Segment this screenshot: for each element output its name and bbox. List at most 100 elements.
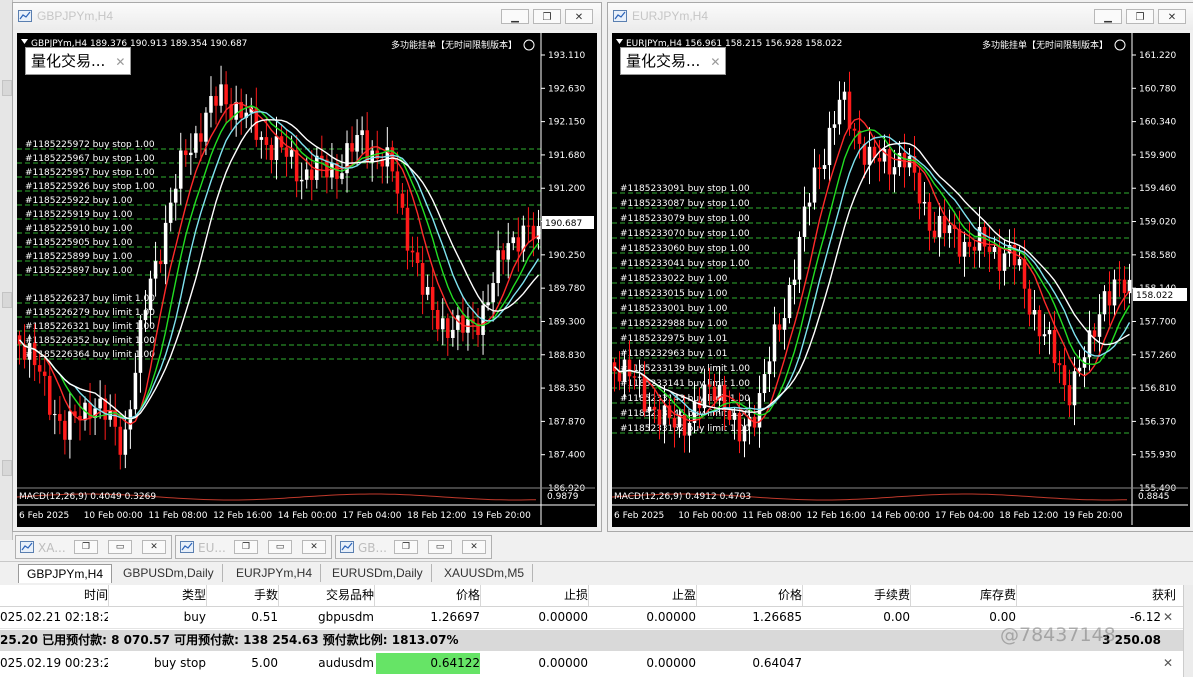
current-price-label: 190.687 [545, 219, 582, 229]
chart-canvas[interactable]: #1185225972 buy stop 1.00 #1185225967 buy… [17, 33, 597, 527]
order-label: #1185233015 buy 1.00 [620, 289, 728, 299]
column-header[interactable]: 止盈 [588, 585, 697, 606]
minimize-button[interactable]: ▁ [1094, 9, 1122, 24]
column-header[interactable]: 交易品种 [278, 585, 375, 606]
tab-xauusd-m5[interactable]: XAUUSDm,M5 [436, 564, 534, 582]
scroll-tick [2, 80, 12, 96]
restore-button[interactable]: ❐ [394, 540, 418, 554]
price-chart-svg[interactable]: #1185225972 buy stop 1.00 #1185225967 buy… [17, 33, 595, 525]
restore-button[interactable]: ❐ [1126, 9, 1154, 24]
order-label: #1185225957 buy stop 1.00 [25, 168, 155, 178]
column-header[interactable]: 类型 [108, 585, 207, 606]
candle-body [627, 359, 632, 377]
restore-button[interactable]: ❐ [74, 540, 98, 554]
macd-label: MACD(12,26,9) 0.4049 0.3269 [19, 492, 156, 502]
chart-window-eurjpy[interactable]: EURJPYm,H4 ▁ ❐ ✕ #1185233091 buy stop 1.… [607, 2, 1193, 532]
tab-eurjpy-h4[interactable]: EURJPYm,H4 [228, 564, 322, 582]
candle-body [400, 193, 405, 208]
column-header[interactable]: 获利 [1016, 585, 1176, 606]
column-header[interactable]: 库存费 [910, 585, 1017, 606]
candle-body [942, 215, 947, 234]
close-button[interactable]: ✕ [1158, 9, 1186, 24]
column-header[interactable]: 手续费 [802, 585, 911, 606]
candle-body [727, 410, 732, 420]
close-button[interactable]: ✕ [142, 540, 166, 554]
candle-body [143, 310, 148, 321]
table-row[interactable]: 025.02.19 00:23:28 buy stop 5.00 audusdm… [0, 653, 1183, 674]
tab-eurusd-daily[interactable]: EURUSDm,Daily [324, 564, 432, 582]
close-icon[interactable]: ✕ [115, 55, 125, 69]
candle-body [63, 420, 67, 440]
candle-body [802, 206, 807, 237]
candle-body [902, 152, 907, 168]
candle-body [732, 412, 737, 420]
candle-body [822, 165, 827, 169]
maximize-button[interactable]: ▭ [268, 540, 292, 554]
cell-open-price: 0.64122 [376, 653, 480, 674]
close-button[interactable]: ✕ [565, 9, 593, 24]
candle-body [153, 261, 158, 279]
column-header[interactable]: 止损 [480, 585, 589, 606]
time-tick-label: 12 Feb 16:00 [807, 511, 866, 521]
column-header[interactable]: 价格 [374, 585, 481, 606]
maximize-button[interactable]: ▭ [108, 540, 132, 554]
price-tick-label: 161.220 [1139, 51, 1176, 61]
quant-panel-label: 量化交易... [626, 52, 701, 70]
candle-body [360, 130, 364, 136]
candle-body [812, 167, 817, 203]
price-tick-label: 188.830 [548, 351, 585, 361]
restore-icon: ❐ [1135, 12, 1145, 23]
time-tick-label: 18 Feb 12:00 [407, 511, 466, 521]
candle-body [501, 250, 505, 260]
close-icon[interactable]: ✕ [710, 55, 720, 69]
window-titlebar[interactable]: GBPJPYm,H4 ▁ ❐ ✕ [13, 3, 601, 30]
minimized-title: XA... [38, 541, 66, 555]
candle-body [817, 167, 822, 169]
candle-body [516, 237, 521, 252]
minimized-window[interactable]: EU... ❐ ▭ ✕ [175, 535, 332, 559]
maximize-button[interactable]: ▭ [428, 540, 452, 554]
cell-lots: 5.00 [251, 656, 278, 670]
terminal-scrollbar[interactable] [1183, 585, 1193, 677]
order-label: #1185225919 buy 1.00 [25, 210, 133, 220]
candle-body [742, 426, 747, 442]
minimize-button[interactable]: ▁ [501, 9, 529, 24]
candle-body [1102, 291, 1107, 315]
price-chart-svg[interactable]: #1185233091 buy stop 1.00 #1185233087 buy… [612, 33, 1188, 525]
close-button[interactable]: ✕ [462, 540, 486, 554]
candle-body [294, 150, 299, 182]
quant-panel-tab[interactable]: 量化交易... ✕ [25, 47, 132, 75]
tab-gbpjpy-h4[interactable]: GBPJPYm,H4 [18, 564, 113, 583]
cell-open-price: 1.26697 [430, 610, 480, 624]
column-header[interactable]: 手数 [206, 585, 279, 606]
candle-body [355, 135, 359, 152]
close-order-icon[interactable]: ✕ [1163, 653, 1173, 674]
candle-body [932, 230, 937, 238]
price-tick-label: 156.810 [1139, 384, 1176, 394]
candle-body [451, 329, 455, 338]
quant-panel-tab[interactable]: 量化交易... ✕ [620, 47, 727, 75]
cell-take-profit: 0.00000 [646, 656, 696, 670]
tab-gbpusd-daily[interactable]: GBPUSDm,Daily [115, 564, 223, 582]
close-order-icon[interactable]: ✕ [1163, 607, 1173, 628]
restore-button[interactable]: ❐ [533, 9, 561, 24]
order-label: #1185232975 buy 1.01 [620, 334, 727, 344]
scroll-tick [2, 292, 12, 308]
minimized-window[interactable]: XA... ❐ ▭ ✕ [15, 535, 172, 559]
restore-button[interactable]: ❐ [234, 540, 258, 554]
close-button[interactable]: ✕ [302, 540, 326, 554]
candle-body [737, 412, 742, 442]
candle-body [1032, 310, 1037, 315]
price-tick-label: 190.250 [548, 251, 585, 261]
column-header[interactable]: 价格 [696, 585, 803, 606]
chart-canvas[interactable]: #1185233091 buy stop 1.00 #1185233087 buy… [612, 33, 1190, 527]
column-header[interactable]: 时间 [0, 585, 109, 606]
candle-body [173, 188, 178, 203]
chart-window-gbpjpy[interactable]: GBPJPYm,H4 ▁ ❐ ✕ #1185225972 buy stop 1.… [12, 2, 602, 532]
window-titlebar[interactable]: EURJPYm,H4 ▁ ❐ ✕ [608, 3, 1193, 30]
order-label: #1185233091 buy stop 1.00 [620, 184, 750, 194]
smiley-icon [523, 39, 535, 51]
minimized-window[interactable]: GB... ❐ ▭ ✕ [335, 535, 492, 559]
candle-body [807, 202, 812, 207]
candle-body [133, 372, 138, 410]
